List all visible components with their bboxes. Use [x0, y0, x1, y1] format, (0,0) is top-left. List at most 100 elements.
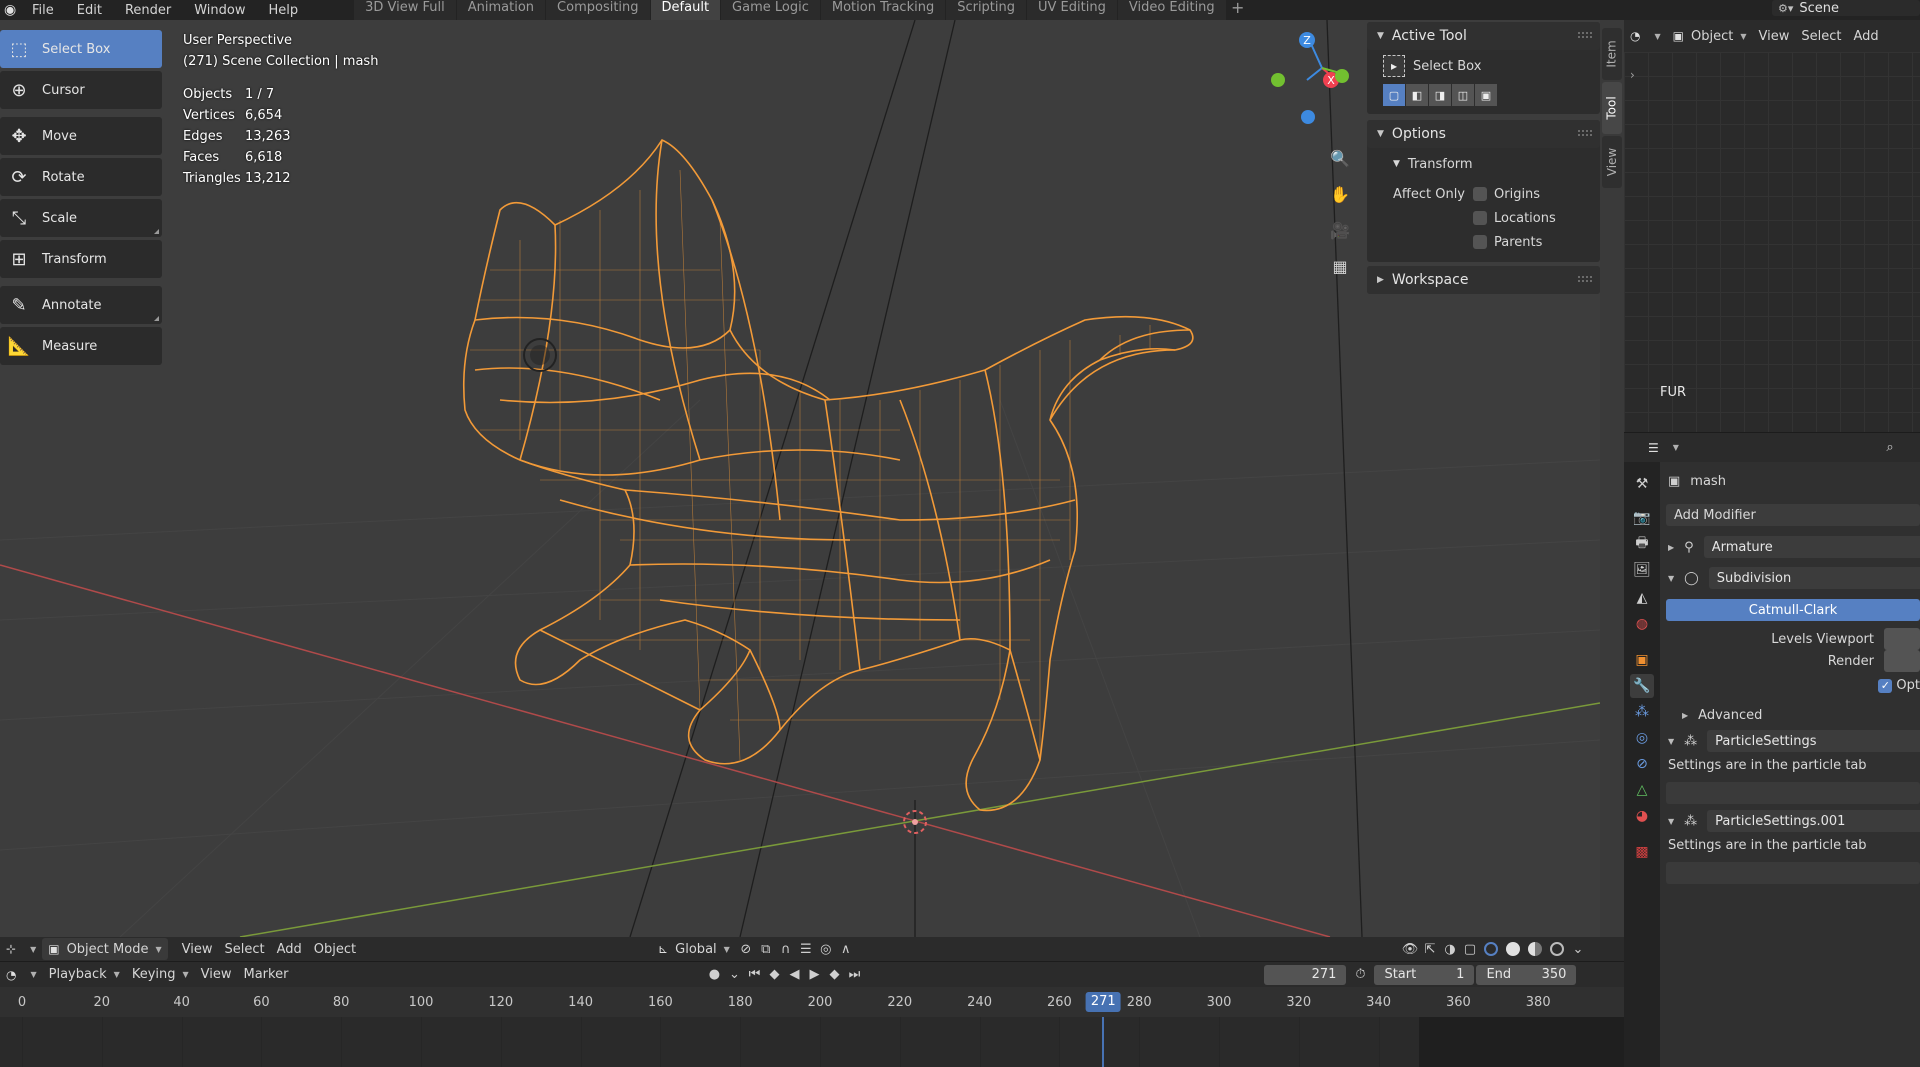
tab-animation[interactable]: Animation: [456, 0, 546, 20]
snap-target-icon[interactable]: ☰: [796, 939, 816, 959]
playhead-frame-badge[interactable]: 271: [1085, 992, 1121, 1012]
editor-type-button[interactable]: ⊹ ▼: [0, 938, 42, 960]
tab-3d-view-full[interactable]: 3D View Full: [354, 0, 456, 20]
rendered-shading-icon[interactable]: [1546, 939, 1568, 959]
blender-logo-icon[interactable]: ◉: [4, 1, 22, 19]
object-props-icon[interactable]: ▣: [1630, 648, 1654, 672]
chevron-down-icon[interactable]: ⌄: [1568, 939, 1588, 959]
parents-checkbox[interactable]: [1473, 235, 1487, 249]
start-frame-field[interactable]: Start 1: [1374, 964, 1475, 985]
particles-icon[interactable]: ⁂: [1630, 700, 1654, 724]
transform-subheader[interactable]: ▼ Transform: [1393, 152, 1592, 176]
xray-icon[interactable]: ▢: [1460, 939, 1480, 959]
properties-editor-type[interactable]: ☰ ▼: [1642, 437, 1685, 459]
playhead-line[interactable]: [1102, 1017, 1105, 1067]
wireframe-shading-icon[interactable]: [1480, 939, 1502, 959]
timeline-editor-type[interactable]: ◔ ▼: [0, 964, 43, 986]
modifier-subdivision[interactable]: ▼ ◯ Subdivision: [1668, 567, 1920, 589]
falloff-icon[interactable]: ∧: [836, 939, 856, 959]
outliner-menu-select[interactable]: Select: [1795, 25, 1847, 47]
menu-playback[interactable]: Playback ▼: [43, 964, 126, 986]
world-icon[interactable]: ◍: [1630, 612, 1654, 636]
search-icon[interactable]: ⌕: [1880, 438, 1900, 458]
active-tool-header[interactable]: ▼ Active Tool: [1367, 22, 1600, 50]
particle-settings-field[interactable]: [1666, 782, 1920, 804]
navigation-gizmo[interactable]: Z X: [1271, 32, 1349, 124]
visibility-icon[interactable]: 👁: [1400, 939, 1420, 959]
drag-grip-icon[interactable]: [1578, 276, 1592, 282]
tool-select-box[interactable]: ⬚ Select Box: [0, 30, 162, 68]
chevron-down-icon[interactable]: ⌄: [724, 965, 744, 985]
modifier-armature[interactable]: ▶ ⚲ Armature: [1668, 536, 1920, 558]
material-icon[interactable]: ◕: [1630, 804, 1654, 828]
locations-checkbox[interactable]: [1473, 211, 1487, 225]
add-modifier-button[interactable]: Add Modifier: [1666, 504, 1920, 526]
drag-grip-icon[interactable]: [1578, 130, 1592, 136]
gizmo-toggle-icon[interactable]: ⇱: [1420, 939, 1440, 959]
menu-window[interactable]: Window: [194, 3, 245, 18]
tool-transform[interactable]: ⊞ Transform: [0, 240, 162, 278]
menu-view[interactable]: View: [176, 938, 219, 960]
mode-intersect-icon[interactable]: ▣: [1475, 84, 1497, 106]
tool-rotate[interactable]: ⟳ Rotate: [0, 158, 162, 196]
add-workspace-button[interactable]: +: [1227, 0, 1249, 20]
mode-extend-icon[interactable]: ◧: [1406, 84, 1428, 106]
end-frame-field[interactable]: End 350: [1476, 964, 1577, 985]
workspace-header[interactable]: ▶ Workspace: [1367, 266, 1600, 294]
output-icon[interactable]: 🖶: [1630, 532, 1654, 556]
mode-invert-icon[interactable]: ◫: [1452, 84, 1474, 106]
proportional-edit-icon[interactable]: ◎: [816, 939, 836, 959]
mode-selector[interactable]: ▣ Object Mode ▼: [42, 938, 168, 960]
material-shading-icon[interactable]: [1524, 939, 1546, 959]
drag-grip-icon[interactable]: [1578, 32, 1592, 38]
3d-viewport[interactable]: Z X ⬚ Select Box ⊕ Cursor ✥ Move ⟳ Rotat…: [0, 20, 1600, 937]
object-data-icon[interactable]: △: [1630, 778, 1654, 802]
texture-icon[interactable]: ▩: [1630, 840, 1654, 864]
menu-help[interactable]: Help: [269, 3, 299, 18]
menu-render[interactable]: Render: [125, 3, 171, 18]
advanced-subpanel[interactable]: ▶ Advanced: [1682, 708, 1762, 723]
modifier-name[interactable]: Armature: [1703, 536, 1920, 558]
tab-view[interactable]: View: [1602, 136, 1622, 188]
mode-subtract-icon[interactable]: ◨: [1429, 84, 1451, 106]
menu-edit[interactable]: Edit: [77, 3, 102, 18]
menu-file[interactable]: File: [32, 3, 54, 18]
zoom-icon[interactable]: 🔍: [1326, 144, 1354, 172]
pivot-icon[interactable]: ⊘: [736, 939, 756, 959]
tool-move[interactable]: ✥ Move: [0, 117, 162, 155]
tool-settings-icon[interactable]: ⚒: [1630, 472, 1654, 496]
origins-checkbox[interactable]: [1473, 187, 1487, 201]
physics-icon[interactable]: ◎: [1630, 726, 1654, 750]
view-layer-icon[interactable]: 🖼: [1630, 558, 1654, 582]
menu-add[interactable]: Add: [271, 938, 308, 960]
tab-game-logic[interactable]: Game Logic: [721, 0, 820, 20]
outliner-menu-add[interactable]: Add: [1847, 25, 1884, 47]
menu-keying[interactable]: Keying ▼: [126, 964, 195, 986]
chevron-right-icon[interactable]: ›: [1630, 68, 1635, 82]
orientation-selector[interactable]: ⊾ Global ▼: [652, 938, 736, 960]
menu-object[interactable]: Object: [308, 938, 362, 960]
timeline-body[interactable]: [0, 1017, 1624, 1067]
tab-video-editing[interactable]: Video Editing: [1117, 0, 1226, 20]
constraints-icon[interactable]: ⊘: [1630, 752, 1654, 776]
outliner-grid[interactable]: [1624, 52, 1920, 432]
tool-measure[interactable]: 📐 Measure: [0, 327, 162, 365]
modifier-name[interactable]: ParticleSettings.001: [1707, 810, 1920, 832]
modifier-name[interactable]: Subdivision: [1708, 567, 1920, 589]
prev-keyframe-icon[interactable]: ◆: [764, 965, 784, 985]
particle-settings-field[interactable]: [1666, 862, 1920, 884]
levels-viewport-field[interactable]: [1884, 628, 1920, 650]
tab-uv-editing[interactable]: UV Editing: [1027, 0, 1117, 20]
outliner-item-fur[interactable]: FUR: [1660, 385, 1686, 400]
modifier-name[interactable]: ParticleSettings: [1707, 730, 1920, 752]
pan-hand-icon[interactable]: ✋: [1326, 180, 1354, 208]
jump-start-icon[interactable]: ⏮: [744, 965, 764, 985]
overlay-toggle-icon[interactable]: ◑: [1440, 939, 1460, 959]
camera-view-icon[interactable]: 🎥: [1326, 216, 1354, 244]
scene-props-icon[interactable]: ◭: [1630, 586, 1654, 610]
ortho-grid-icon[interactable]: ▦: [1326, 252, 1354, 280]
jump-end-icon[interactable]: ⏭: [844, 965, 864, 985]
options-header[interactable]: ▼ Options: [1367, 120, 1600, 148]
menu-marker[interactable]: Marker: [238, 964, 295, 986]
tab-default[interactable]: Default: [650, 0, 721, 20]
